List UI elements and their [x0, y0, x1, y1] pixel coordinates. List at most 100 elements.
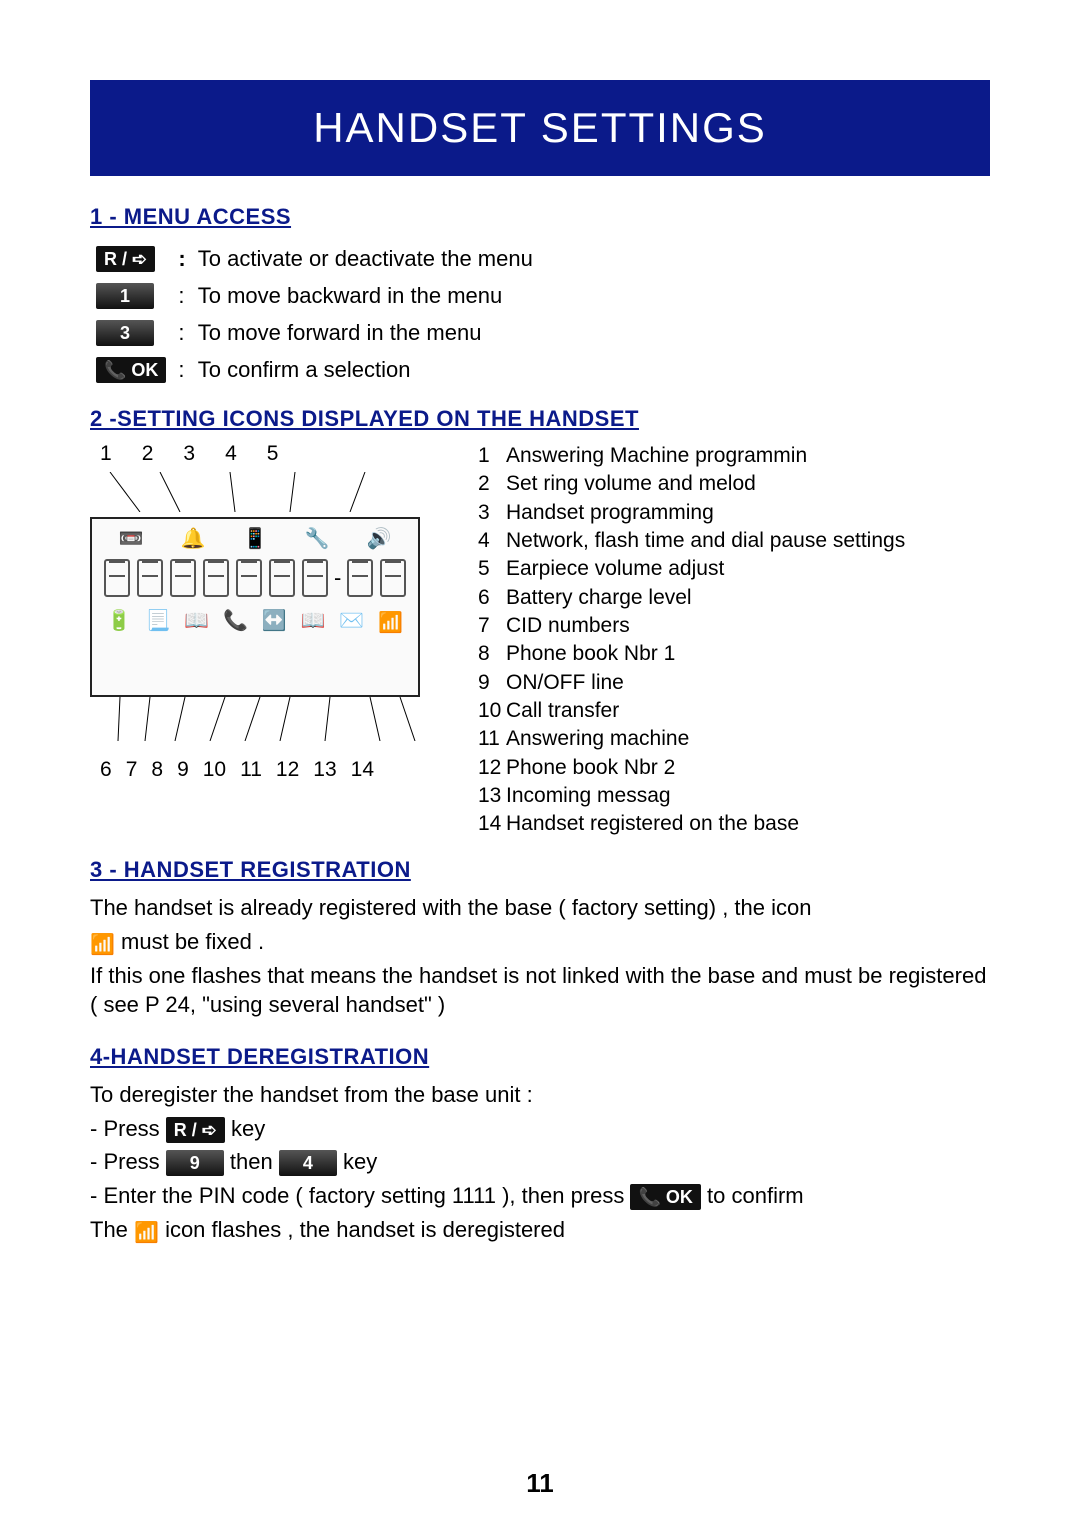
list-icon: 📃	[146, 611, 171, 631]
icon-legend-list: 1Answering Machine programmin 2Set ring …	[478, 442, 905, 839]
bottom-callout-labels: 6 7 8 9 10 11 12 13 14	[90, 758, 450, 782]
setting-icons-block: 1 2 3 4 5 📼 🔔 📱 🔧 🔊	[90, 442, 990, 839]
text-fragment: key	[231, 1116, 265, 1141]
antenna-icon: 📶	[134, 1220, 159, 1247]
text-fragment: The	[90, 1217, 134, 1242]
callout-label: 9	[177, 758, 189, 782]
r-arrow-key-icon: R / ➪	[166, 1117, 225, 1143]
legend-item: CID numbers	[506, 614, 630, 637]
menu-desc: To confirm a selection	[192, 351, 539, 388]
display-diagram: 1 2 3 4 5 📼 🔔 📱 🔧 🔊	[90, 442, 450, 788]
dereg-step: - Press 9 then 4 key	[90, 1147, 990, 1177]
menu-row: 1 : To move backward in the menu	[90, 277, 539, 314]
book2-icon: 📖	[301, 611, 326, 631]
colon: :	[172, 314, 191, 351]
segment-digit-icon	[269, 559, 295, 597]
text-fragment: key	[343, 1149, 377, 1174]
section-heading-registration: 3 - HANDSET REGISTRATION	[90, 857, 990, 883]
callout-label: 11	[240, 758, 262, 782]
callout-label: 8	[151, 758, 163, 782]
battery-icon: 🔋	[107, 611, 132, 631]
dereg-final: The 📶 icon flashes , the handset is dere…	[90, 1215, 990, 1245]
menu-row: R / ➪ : To activate or deactivate the me…	[90, 240, 539, 277]
colon: :	[172, 351, 191, 388]
registration-text: If this one flashes that means the hands…	[90, 961, 990, 1020]
section-heading-deregistration: 4-HANDSET DEREGISTRATION	[90, 1044, 990, 1070]
callout-label: 12	[276, 758, 299, 782]
dereg-intro: To deregister the handset from the base …	[90, 1080, 990, 1110]
legend-item: Handset registered on the base	[506, 812, 799, 835]
page-title: HANDSET SETTINGS	[90, 80, 990, 176]
legend-item: Phone book Nbr 1	[506, 642, 675, 665]
segment-digit-icon	[380, 559, 406, 597]
callout-label: 10	[203, 758, 226, 782]
manual-page: HANDSET SETTINGS 1 - MENU ACCESS R / ➪ :…	[0, 0, 1080, 1529]
ok-key-icon: 📞 OK	[96, 357, 166, 383]
menu-access-table: R / ➪ : To activate or deactivate the me…	[90, 240, 539, 388]
bell-icon: 🔔	[181, 529, 206, 549]
registration-text: The handset is already registered with t…	[90, 893, 990, 923]
segment-digit-icon	[104, 559, 130, 597]
wrench-icon: 🔧	[305, 529, 330, 549]
dereg-step: - Enter the PIN code ( factory setting 1…	[90, 1181, 990, 1211]
text-fragment: - Press	[90, 1149, 166, 1174]
callout-lines-bottom-icon	[90, 697, 450, 741]
legend-item: Answering Machine programmin	[506, 444, 807, 467]
segment-digit-icon	[137, 559, 163, 597]
colon: :	[172, 277, 191, 314]
legend-item: Battery charge level	[506, 586, 692, 609]
legend-item: Earpiece volume adjust	[506, 557, 724, 580]
legend-item: Handset programming	[506, 501, 714, 524]
handset-display-icon: 📼 🔔 📱 🔧 🔊 -	[90, 517, 420, 697]
ok-key-icon: 📞 OK	[630, 1184, 700, 1210]
handset-icon: 📱	[243, 529, 268, 549]
book-icon: 📖	[184, 611, 209, 631]
menu-desc: To activate or deactivate the menu	[192, 240, 539, 277]
tape-icon: 📼	[119, 529, 144, 549]
menu-row: 📞 OK : To confirm a selection	[90, 351, 539, 388]
segment-digit-icon	[170, 559, 196, 597]
colon: :	[172, 240, 191, 277]
legend-item: Incoming messag	[506, 784, 671, 807]
legend-item: Set ring volume and melod	[506, 472, 756, 495]
legend-item: Answering machine	[506, 727, 689, 750]
menu-desc: To move backward in the menu	[192, 277, 539, 314]
legend-item: Network, flash time and dial pause setti…	[506, 529, 905, 552]
menu-desc: To move forward in the menu	[192, 314, 539, 351]
r-arrow-key-icon: R / ➪	[96, 246, 155, 272]
section-heading-menu-access: 1 - MENU ACCESS	[90, 204, 990, 230]
text-fragment: icon flashes , the handset is deregister…	[165, 1217, 565, 1242]
phone-icon: 📞	[223, 611, 248, 631]
dereg-step: - Press R / ➪ key	[90, 1114, 990, 1144]
registration-text: 📶 must be fixed .	[90, 927, 990, 957]
callout-label: 1	[100, 442, 112, 466]
segment-digit-icon	[302, 559, 328, 597]
antenna-icon: 📶	[378, 613, 403, 633]
menu-row: 3 : To move forward in the menu	[90, 314, 539, 351]
callout-label: 7	[126, 758, 138, 782]
text-fragment: then	[230, 1149, 279, 1174]
key-4-icon: 4	[279, 1150, 337, 1176]
callout-lines-top-icon	[90, 472, 430, 512]
text-fragment: - Press	[90, 1116, 166, 1141]
callout-label: 13	[313, 758, 336, 782]
callout-label: 5	[267, 442, 279, 466]
registration-text-fragment: must be fixed .	[121, 929, 264, 954]
legend-item: Phone book Nbr 2	[506, 756, 675, 779]
key-9-icon: 9	[166, 1150, 224, 1176]
antenna-icon: 📶	[90, 932, 115, 959]
segment-digit-icon	[236, 559, 262, 597]
segment-digit-icon	[347, 559, 373, 597]
callout-label: 4	[225, 442, 237, 466]
envelope-icon: ✉️	[339, 611, 364, 631]
callout-label: 6	[100, 758, 112, 782]
text-fragment: to confirm	[707, 1183, 804, 1208]
top-callout-labels: 1 2 3 4 5	[90, 442, 450, 466]
text-fragment: - Enter the PIN code ( factory setting 1…	[90, 1183, 630, 1208]
key-1-icon: 1	[96, 283, 154, 309]
section-heading-setting-icons: 2 -SETTING ICONS DISPLAYED ON THE HANDSE…	[90, 406, 990, 432]
key-3-icon: 3	[96, 320, 154, 346]
segment-digit-icon	[203, 559, 229, 597]
callout-label: 14	[351, 758, 374, 782]
page-number: 11	[0, 1468, 1080, 1499]
